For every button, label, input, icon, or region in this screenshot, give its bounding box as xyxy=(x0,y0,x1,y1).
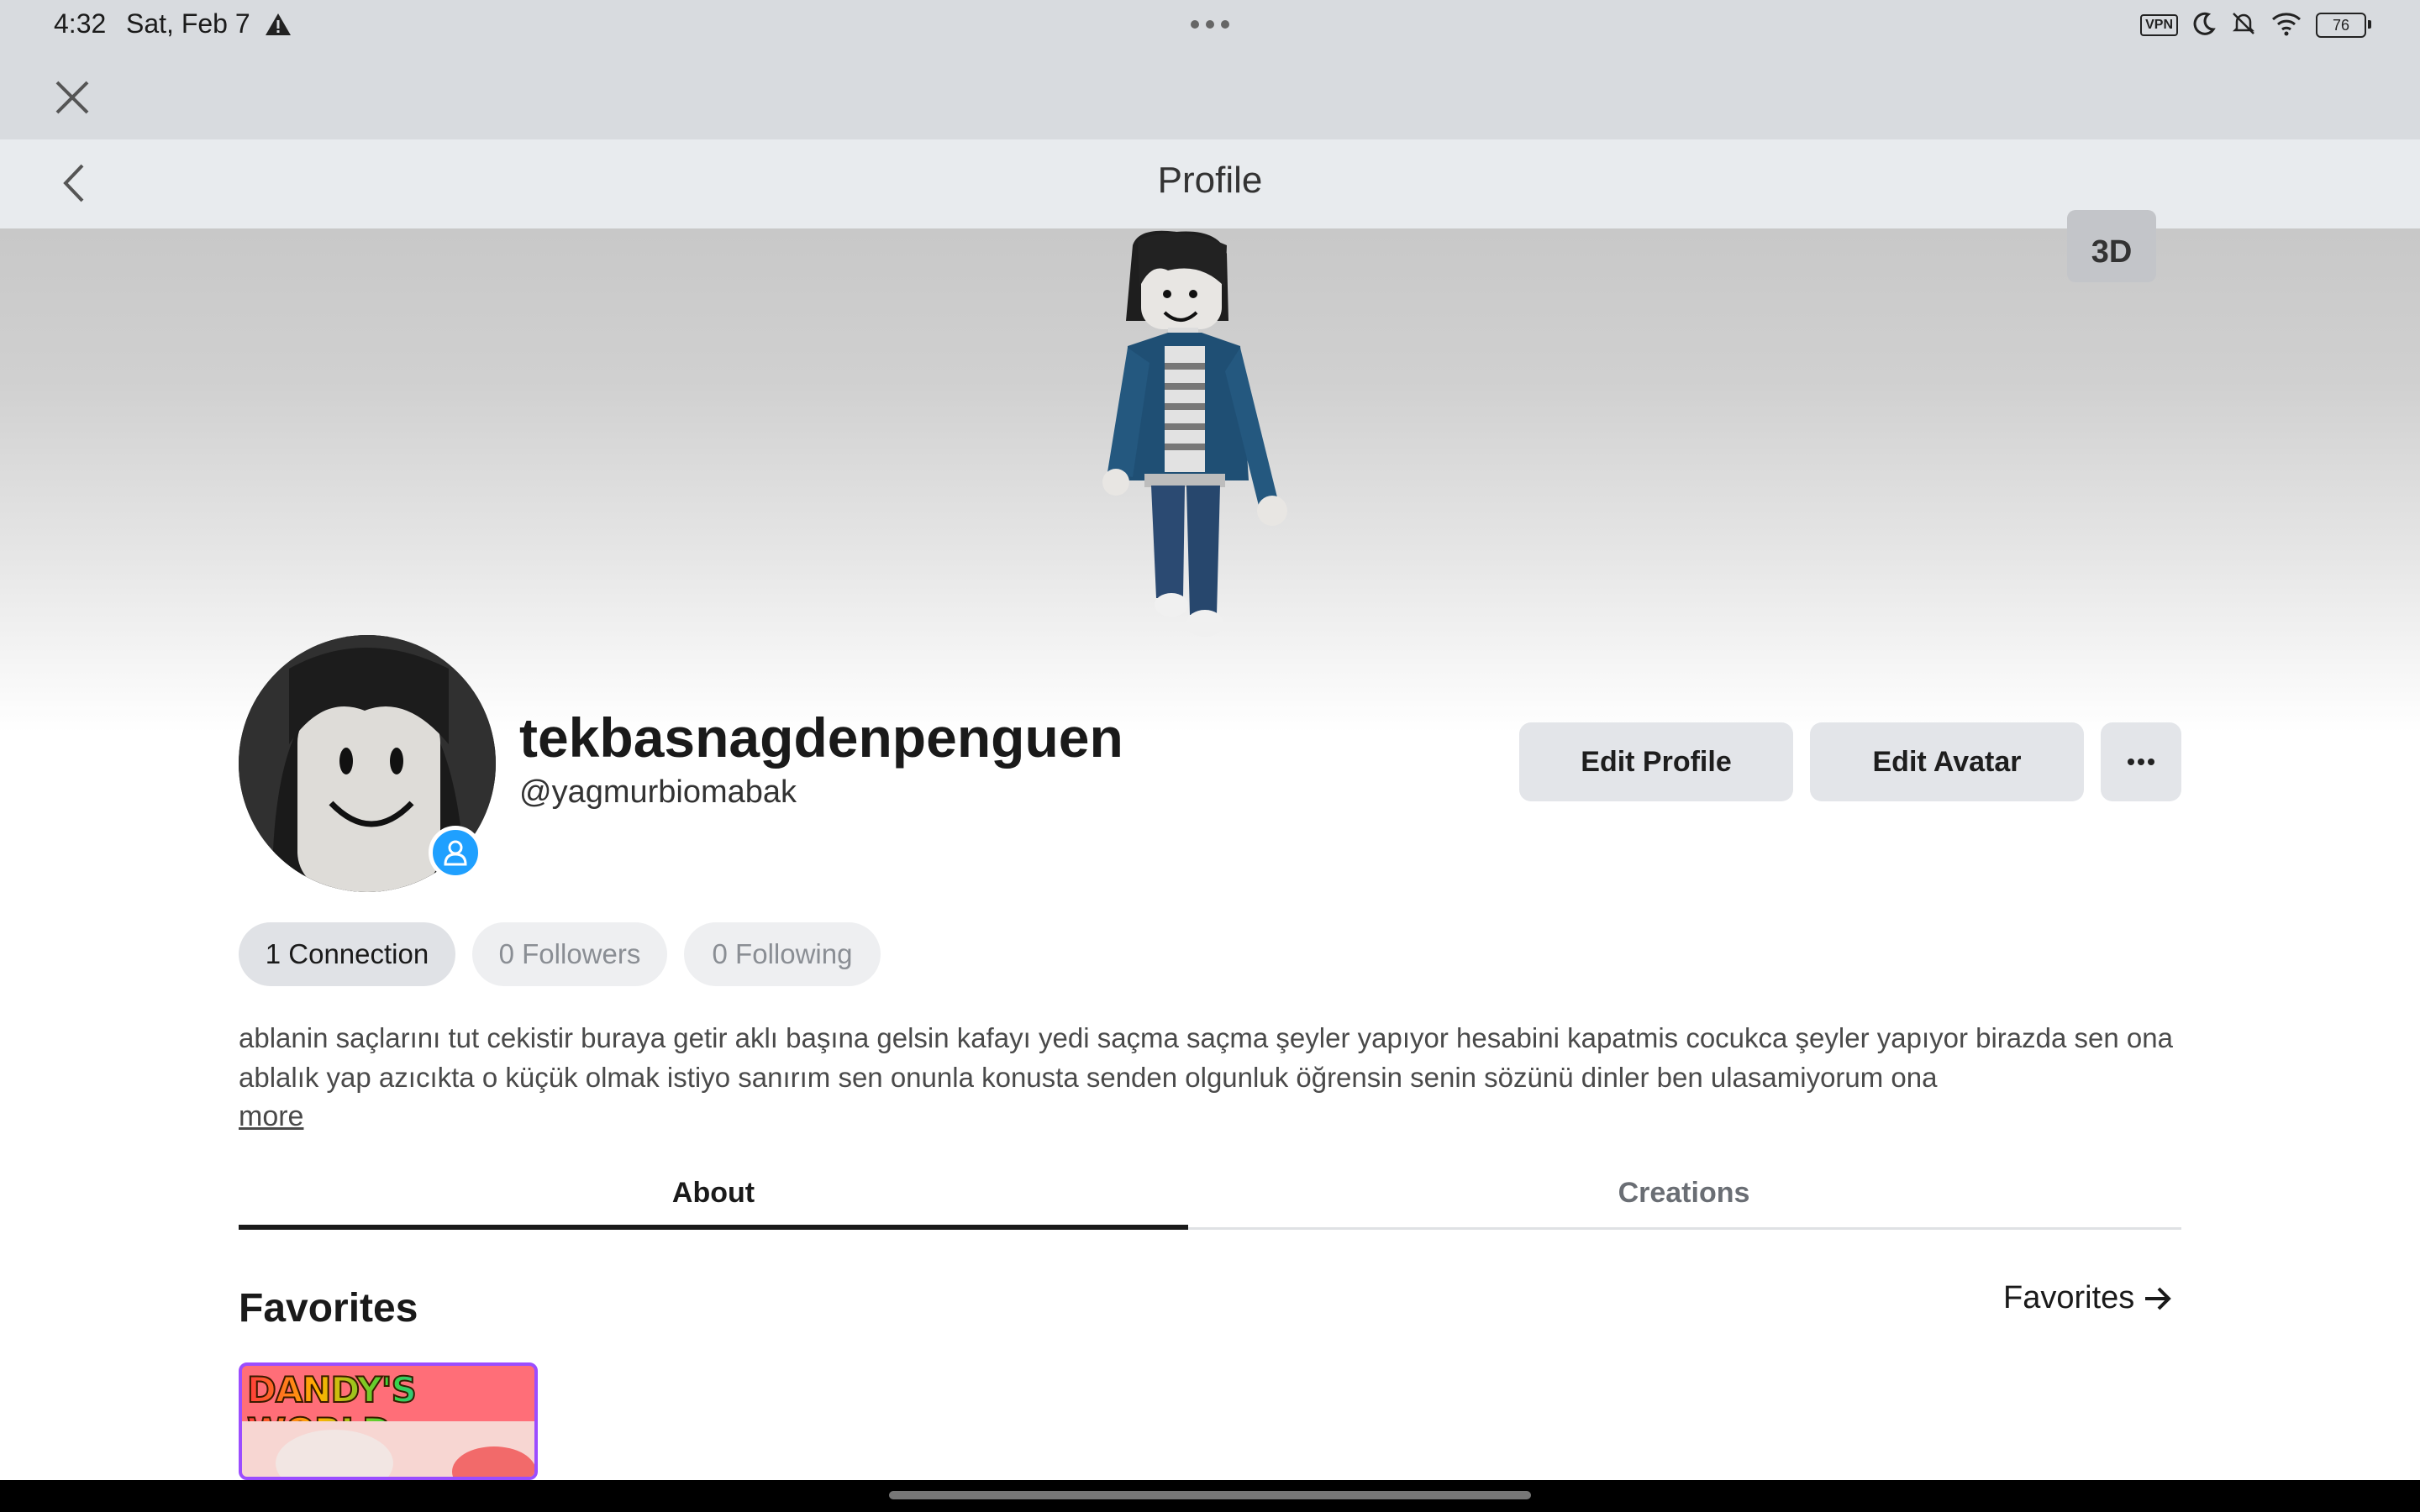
profile-bio: ablanin saçlarını tut cekistir buraya ge… xyxy=(239,1022,2173,1093)
favorites-link-label: Favorites xyxy=(2003,1280,2135,1315)
battery-icon: 76 xyxy=(2316,13,2371,38)
back-button[interactable] xyxy=(49,158,99,208)
view-3d-button[interactable]: 3D xyxy=(2067,210,2156,282)
close-bar xyxy=(0,54,2420,139)
edit-profile-button[interactable]: Edit Profile xyxy=(1519,722,1793,801)
page-title: Profile xyxy=(1157,160,1263,201)
more-options-button[interactable] xyxy=(2101,722,2181,801)
close-button[interactable] xyxy=(47,72,97,123)
favorites-see-all-link[interactable]: Favorites xyxy=(2003,1280,2173,1316)
vpn-icon: VPN xyxy=(2140,14,2178,36)
avatar-3d-model[interactable] xyxy=(1084,228,1344,657)
tab-about[interactable]: About xyxy=(239,1159,1188,1226)
home-gesture-handle[interactable] xyxy=(889,1491,1531,1499)
moon-icon xyxy=(2191,11,2217,40)
tab-active-indicator xyxy=(239,1225,1188,1230)
favorite-game-card[interactable]: DANDY'S WORLD xyxy=(239,1362,538,1480)
following-button[interactable]: 0 Following xyxy=(684,922,881,986)
status-time: 4:32 xyxy=(54,8,107,39)
display-name: tekbasnagdenpenguen xyxy=(519,706,1123,769)
online-status-badge xyxy=(429,826,482,879)
warning-icon xyxy=(264,12,292,37)
followers-button[interactable]: 0 Followers xyxy=(472,922,667,986)
username: @yagmurbiomabak xyxy=(519,774,797,810)
chevron-left-icon xyxy=(63,164,84,202)
game-card-art xyxy=(242,1421,534,1477)
ellipsis-icon xyxy=(2128,759,2154,765)
wifi-icon xyxy=(2270,11,2302,40)
status-icons: VPN 76 xyxy=(2140,10,2371,41)
tab-creations[interactable]: Creations xyxy=(1188,1159,2180,1226)
close-icon xyxy=(55,81,89,114)
arrow-right-icon xyxy=(2145,1287,2172,1310)
favorites-heading: Favorites xyxy=(239,1286,418,1331)
edit-avatar-button[interactable]: Edit Avatar xyxy=(1810,722,2084,801)
user-icon xyxy=(444,840,467,866)
window-menu-dots-icon[interactable] xyxy=(1185,12,1235,37)
connections-button[interactable]: 1 Connection xyxy=(239,922,455,986)
bio-more-link[interactable]: more xyxy=(239,1100,303,1133)
bell-off-icon xyxy=(2230,10,2257,41)
status-date: Sat, Feb 7 xyxy=(126,8,250,39)
